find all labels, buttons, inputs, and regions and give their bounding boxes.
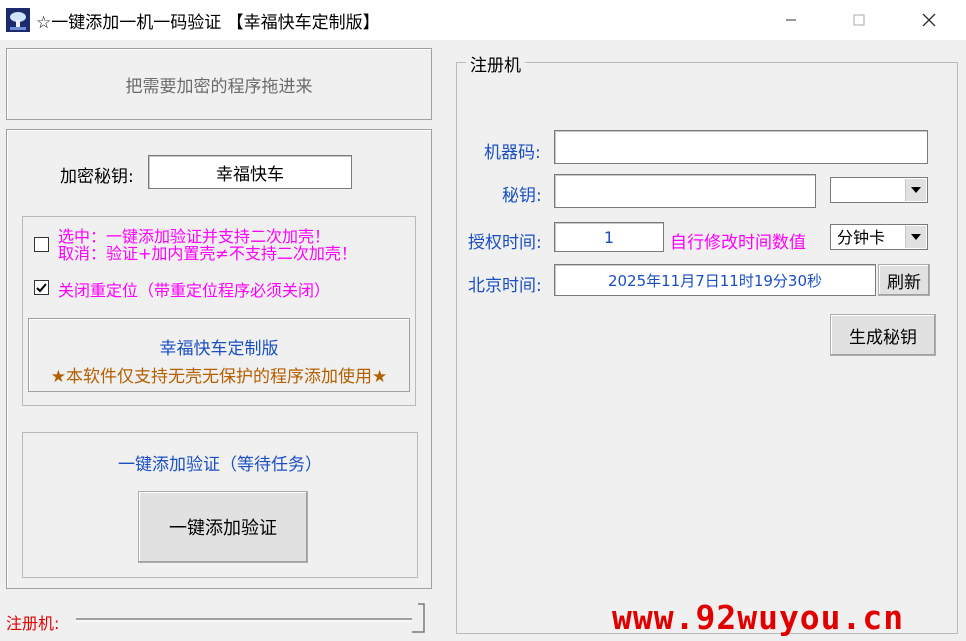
option-relocation-checkbox[interactable] (34, 280, 49, 295)
secret-label: 秘钥: (502, 186, 542, 206)
auth-time-field[interactable]: 1 (554, 222, 664, 252)
refresh-button[interactable]: 刷新 (878, 264, 930, 296)
option-second-pack-checkbox[interactable] (34, 237, 49, 252)
beijing-time-field[interactable]: 2025年11月7日11时19分30秒 (554, 264, 876, 296)
title-bar: ☆一键添加一机一码验证 【幸福快车定制版】 (0, 0, 966, 40)
option-line1: 选中：一键添加验证并支持二次加壳！ (58, 227, 331, 246)
secret-key-field[interactable]: 幸福快车 (148, 155, 352, 189)
secret-field[interactable] (554, 174, 816, 208)
drop-zone[interactable]: 把需要加密的程序拖进来 (6, 48, 432, 120)
app-icon (6, 8, 30, 32)
option-relocation-label[interactable]: 关闭重定位（带重定位程序必须关闭） (58, 277, 330, 301)
secret-key-value: 幸福快车 (216, 164, 284, 185)
generate-key-label: 生成秘钥 (849, 327, 917, 348)
window-title: ☆一键添加一机一码验证 【幸福快车定制版】 (36, 13, 380, 33)
task-status: 一键添加验证（等待任务） (118, 455, 322, 475)
info-title: 幸福快车定制版 (159, 339, 279, 359)
secret-combo[interactable] (830, 177, 928, 203)
generate-key-button[interactable]: 生成秘钥 (830, 314, 936, 356)
chevron-down-icon (911, 187, 921, 193)
option-line2: 取消：验证+加内置壳≠不支持二次加壳！ (58, 244, 357, 263)
minimize-icon (786, 19, 796, 21)
maximize-button[interactable] (836, 0, 882, 40)
time-unit-arrow[interactable] (905, 226, 926, 248)
auth-time-label: 授权时间: (468, 233, 542, 253)
machine-code-label: 机器码: (484, 143, 541, 163)
secret-combo-value (831, 181, 837, 200)
maximize-icon (853, 14, 865, 26)
beijing-time-label: 北京时间: (468, 276, 542, 296)
secret-combo-arrow[interactable] (905, 179, 926, 201)
watermark: www.92wuyou.cn (612, 598, 905, 637)
add-verification-button[interactable]: 一键添加验证 (138, 491, 308, 563)
slider-track (76, 603, 425, 633)
info-note: ★本软件仅支持无壳无保护的程序添加使用★ (50, 367, 388, 387)
time-unit-select[interactable]: 分钟卡 (830, 224, 928, 250)
footer-label: 注册机: (6, 614, 60, 633)
option-second-pack-label[interactable]: 选中：一键添加验证并支持二次加壳！ 取消：验证+加内置壳≠不支持二次加壳！ (58, 228, 357, 262)
checkmark-icon (36, 283, 47, 293)
beijing-time-value: 2025年11月7日11时19分30秒 (607, 271, 823, 290)
minimize-button[interactable] (768, 0, 814, 40)
add-verification-label: 一键添加验证 (169, 518, 277, 539)
machine-code-field[interactable] (554, 130, 928, 164)
refresh-label: 刷新 (887, 272, 921, 293)
drop-zone-text: 把需要加密的程序拖进来 (125, 76, 313, 97)
chevron-down-icon (911, 234, 921, 240)
auth-time-value: 1 (603, 227, 615, 247)
secret-key-label: 加密秘钥: (60, 167, 134, 187)
close-button[interactable] (906, 0, 952, 40)
time-unit-value: 分钟卡 (837, 228, 886, 247)
close-icon (922, 13, 936, 27)
keygen-group-title: 注册机 (466, 51, 525, 76)
auth-time-hint: 自行修改时间数值 (670, 233, 806, 253)
progress-slider[interactable] (72, 600, 432, 636)
